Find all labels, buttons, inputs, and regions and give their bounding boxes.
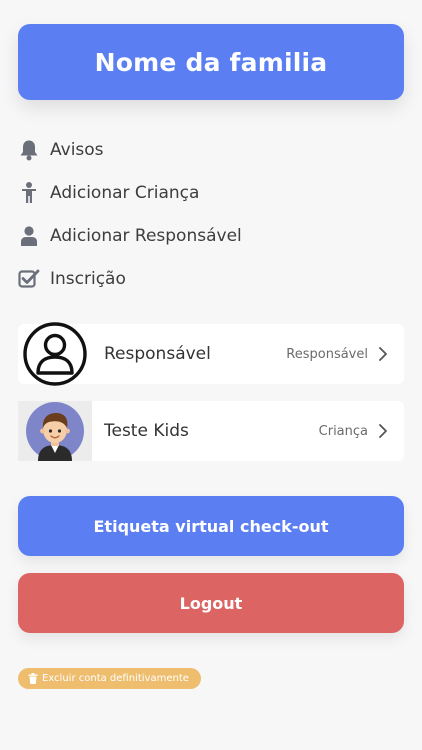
trash-icon — [28, 673, 38, 684]
menu-item-label: Adicionar Criança — [50, 182, 200, 203]
menu-item-avisos[interactable]: Avisos — [16, 128, 406, 171]
child-icon — [16, 180, 42, 206]
person-role: Responsável — [286, 346, 368, 362]
person-row-responsavel[interactable]: Responsável Responsável — [18, 322, 404, 386]
menu-item-inscricao[interactable]: Inscrição — [16, 257, 406, 300]
chevron-right-icon — [378, 423, 388, 439]
menu-item-label: Inscrição — [50, 268, 126, 289]
menu-item-adicionar-responsavel[interactable]: Adicionar Responsável — [16, 214, 406, 257]
menu-item-label: Avisos — [50, 139, 104, 160]
user-outline-avatar — [18, 322, 92, 386]
checkbox-icon — [16, 266, 42, 292]
menu-item-adicionar-crianca[interactable]: Adicionar Criança — [16, 171, 406, 214]
family-menu: Avisos Adicionar Criança Adicionar Respo… — [16, 128, 406, 300]
family-name-title: Nome da familia — [94, 47, 328, 77]
person-name: Teste Kids — [104, 421, 189, 441]
menu-item-label: Adicionar Responsável — [50, 225, 242, 246]
person-row-teste-kids[interactable]: Teste Kids Criança — [18, 401, 404, 461]
person-icon — [16, 223, 42, 249]
checkout-tag-button[interactable]: Etiqueta virtual check-out — [18, 496, 404, 556]
delete-account-label: Excluir conta definitivamente — [42, 673, 189, 684]
bell-icon — [16, 137, 42, 163]
delete-account-button[interactable]: Excluir conta definitivamente — [18, 668, 201, 689]
person-role: Criança — [318, 423, 368, 439]
family-header: Nome da familia — [18, 24, 404, 100]
kid-avatar — [18, 401, 92, 461]
chevron-right-icon — [378, 346, 388, 362]
person-name: Responsável — [104, 344, 211, 364]
logout-button[interactable]: Logout — [18, 573, 404, 633]
